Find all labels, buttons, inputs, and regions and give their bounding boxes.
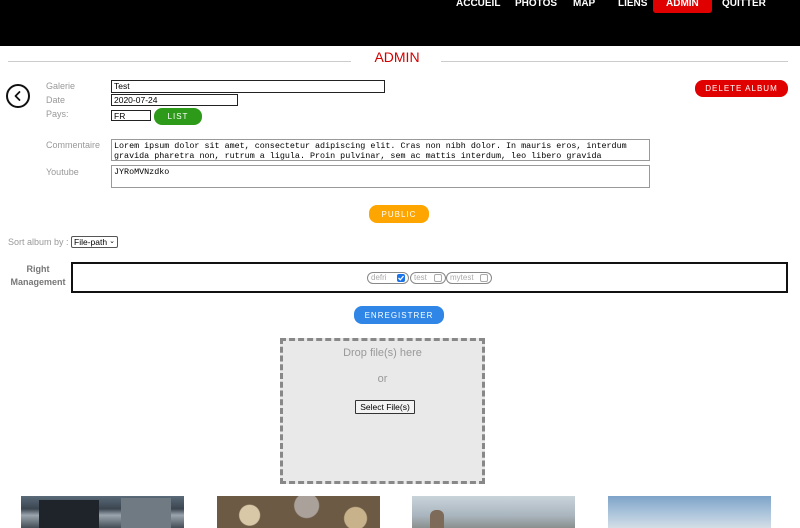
right-tag-label: mytest <box>450 273 474 282</box>
galerie-input[interactable]: Test <box>111 80 385 93</box>
file-dropzone[interactable]: Drop file(s) here or Select File(s) <box>280 338 485 484</box>
pays-label: Pays: <box>46 109 69 119</box>
checkbox-unchecked[interactable] <box>434 274 442 282</box>
or-text: or <box>377 373 388 385</box>
right-tag-label: defri <box>371 273 387 282</box>
sort-label: Sort album by : <box>8 237 69 247</box>
page-title: ADMIN <box>374 49 420 65</box>
galerie-label: Galerie <box>46 81 76 91</box>
title-divider-left <box>8 61 351 62</box>
nav-quitter[interactable]: QUITTER <box>722 0 766 14</box>
date-input[interactable]: 2020-07-24 <box>111 94 238 106</box>
right-tag-test[interactable]: test <box>410 272 446 284</box>
check-icon <box>398 275 404 281</box>
nav-liens[interactable]: LIENS <box>618 0 647 14</box>
nav-photos[interactable]: PHOTOS <box>515 0 557 14</box>
nav-accueil[interactable]: ACCUEIL <box>456 0 500 14</box>
enregistrer-button[interactable]: ENREGISTRER <box>354 306 444 324</box>
public-button[interactable]: PUBLIC <box>369 205 429 223</box>
checkbox-unchecked[interactable] <box>480 274 488 282</box>
album-photo-thumbnail[interactable] <box>608 496 771 528</box>
nav-admin[interactable]: ADMIN <box>653 0 712 13</box>
sort-select[interactable]: File-path ⌄ <box>71 236 118 248</box>
list-button[interactable]: LIST <box>154 108 202 125</box>
youtube-label: Youtube <box>46 167 79 177</box>
chevron-down-icon: ⌄ <box>109 238 115 245</box>
top-nav-bar: ACCUEIL PHOTOS MAP LIENS ADMIN QUITTER <box>0 0 800 46</box>
youtube-textarea[interactable]: JYRoMVNzdko <box>111 165 650 188</box>
title-divider-right <box>441 61 788 62</box>
back-button[interactable] <box>6 84 30 108</box>
right-tag-mytest[interactable]: mytest <box>446 272 492 284</box>
nav-map[interactable]: MAP <box>573 0 595 14</box>
chevron-left-icon <box>14 91 21 101</box>
sort-select-value: File-path <box>74 237 108 247</box>
album-photo-thumbnail[interactable] <box>217 496 380 528</box>
commentaire-textarea[interactable]: Lorem ipsum dolor sit amet, consectetur … <box>111 139 650 161</box>
date-label: Date <box>46 95 66 105</box>
pays-input[interactable]: FR <box>111 110 151 121</box>
album-photo-thumbnail[interactable] <box>412 496 575 528</box>
album-photo-thumbnail[interactable] <box>21 496 184 528</box>
commentaire-label: Commentaire <box>46 140 101 150</box>
right-tag-label: test <box>414 273 427 282</box>
right-tag-defri[interactable]: defri <box>367 272 409 284</box>
drop-text: Drop file(s) here <box>343 347 422 359</box>
select-files-button[interactable]: Select File(s) <box>355 400 415 414</box>
delete-album-button[interactable]: DELETE ALBUM <box>695 80 788 97</box>
checkbox-checked[interactable] <box>397 274 405 282</box>
right-management-label: Right Management <box>10 264 66 287</box>
